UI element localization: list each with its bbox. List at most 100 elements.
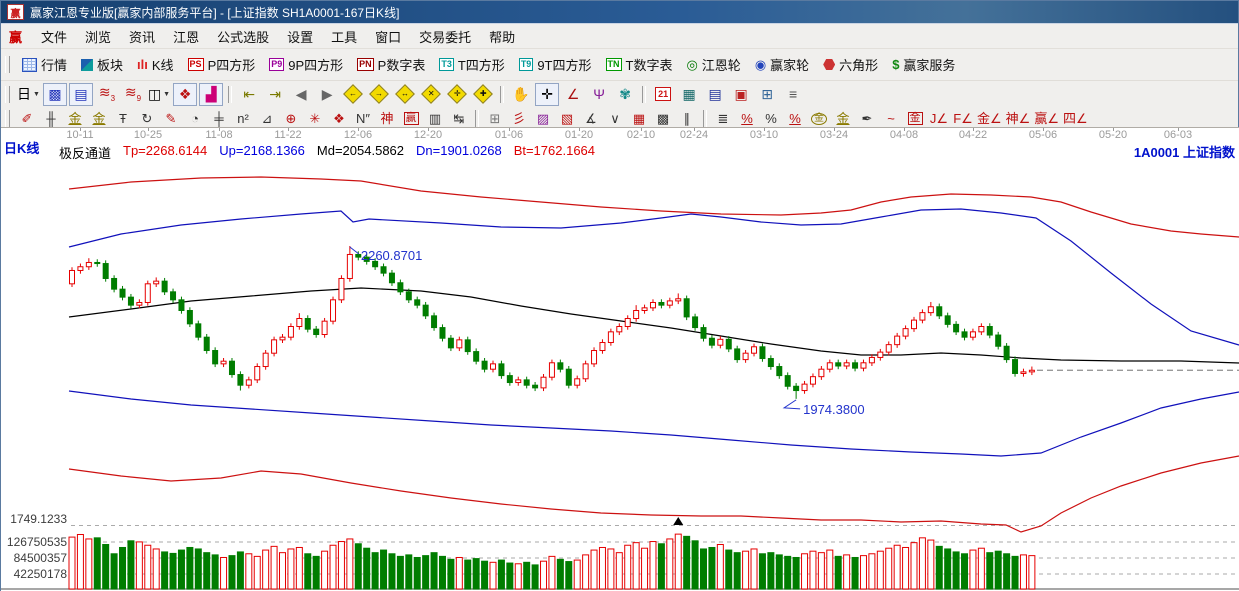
menu-item-help[interactable]: 帮助 [480, 25, 524, 48]
percent-base-button[interactable]: % [784, 108, 806, 129]
toolbar-hexagon-button[interactable]: 六角形 [816, 53, 885, 76]
flower-tool-button[interactable]: ✾ [613, 83, 637, 106]
pattern-list-button[interactable]: ▤ [69, 83, 93, 106]
wave-3-button[interactable]: ≋3 [95, 83, 119, 106]
j-angle-button[interactable]: J∠ [928, 108, 950, 129]
title-bar[interactable]: 赢 赢家江恩专业版[赢家内部服务平台] - [上证指数 SH1A0001-167… [1, 1, 1238, 24]
toolbar-gripper[interactable] [5, 56, 10, 73]
gann-shape-button[interactable]: ❖ [173, 83, 197, 106]
v-wave-button[interactable]: ∨ [604, 108, 626, 129]
toolbar-gripper[interactable] [5, 110, 10, 127]
menu-item-file[interactable]: 文件 [32, 25, 76, 48]
fan-box-purple-button[interactable]: ▨ [532, 108, 554, 129]
first-screen-button[interactable]: ⇤ [237, 83, 261, 106]
gold-ruler-a-button[interactable]: 金 [64, 108, 86, 129]
percent-button[interactable]: % [760, 108, 782, 129]
grid-dark-button[interactable]: ▩ [652, 108, 674, 129]
kline-period-button[interactable]: 日▼ [16, 83, 41, 106]
win-angle-button[interactable]: 赢∠ [1033, 108, 1060, 129]
win-tool-button[interactable]: 赢 [400, 108, 422, 129]
terminal-button[interactable]: ≡ [781, 83, 805, 106]
toolbar-kline-button[interactable]: ılıK线 [130, 53, 181, 76]
percent-top-button[interactable]: % [736, 108, 758, 129]
gold-ruler-b-button[interactable]: 金 [88, 108, 110, 129]
star-web-button[interactable]: ✳ [304, 108, 326, 129]
count-ruler-button[interactable]: ▥ [424, 108, 446, 129]
gold-angle-button[interactable]: 金∠ [976, 108, 1003, 129]
menu-item-formula-stock-pick[interactable]: 公式选股 [208, 25, 278, 48]
gold-level-button[interactable]: 金 [832, 108, 854, 129]
mirror-angle-button[interactable]: ⊿ [256, 108, 278, 129]
toolbar-p-square-button[interactable]: PSP四方形 [181, 53, 263, 76]
circle-cross-button[interactable]: ⊕ [280, 108, 302, 129]
n-wave-button[interactable]: N″ [352, 108, 374, 129]
toolbar-winner-wheel-button[interactable]: ◉赢家轮 [748, 53, 816, 76]
time-ruler-button[interactable]: ╫ [40, 108, 62, 129]
cycle-clock-button[interactable]: ◔ [184, 108, 206, 129]
next-screen-button[interactable]: ▶ [315, 83, 339, 106]
zoom-fit-button[interactable]: ✚ [471, 83, 495, 106]
menu-item-window[interactable]: 窗口 [366, 25, 410, 48]
four-angle-button[interactable]: 四∠ [1062, 108, 1089, 129]
fan-lines-button[interactable]: 彡 [508, 108, 530, 129]
menu-item-browse[interactable]: 浏览 [76, 25, 120, 48]
stretch-horizontal-button[interactable]: ↔ [393, 83, 417, 106]
gold-circle-button[interactable]: 金 [808, 108, 830, 129]
protractor-tool-button[interactable]: ∠ [561, 83, 585, 106]
toolbar-gripper[interactable] [5, 86, 10, 103]
gold-box-button[interactable]: 金 [904, 108, 926, 129]
volume-ladder-button[interactable]: ≣ [712, 108, 734, 129]
toolbar-p-number-table-button[interactable]: PNP数字表 [350, 53, 432, 76]
parallel-lines-button[interactable]: ∥ [676, 108, 698, 129]
zoom-in-button[interactable]: ✛ [445, 83, 469, 106]
span-arrows-button[interactable]: ↹ [448, 108, 470, 129]
toolbar-9t-square-button[interactable]: T99T四方形 [512, 53, 599, 76]
f-angle-button[interactable]: F∠ [952, 108, 974, 129]
toolbar-winner-service-button[interactable]: $赢家服务 [885, 53, 962, 76]
pen-measure-button[interactable]: ✎ [160, 108, 182, 129]
f-ruler-button[interactable]: Ŧ [112, 108, 134, 129]
toolbar-gann-wheel-button[interactable]: ◎江恩轮 [679, 53, 747, 76]
psi-tool-button[interactable]: Ψ [587, 83, 611, 106]
hand-tool-button[interactable]: ✋ [509, 83, 533, 106]
candle-style-button[interactable]: ◫▼ [147, 83, 171, 106]
n-square-button[interactable]: n² [232, 108, 254, 129]
spiral-tool-button[interactable]: ↻ [136, 108, 158, 129]
toolbar-9p-square-button[interactable]: P99P四方形 [262, 53, 350, 76]
fan-box-red-button[interactable]: ▧ [556, 108, 578, 129]
menu-item-trade-order[interactable]: 交易委托 [410, 25, 480, 48]
publish-button[interactable]: ⊞ [755, 83, 779, 106]
zoom-out-button[interactable]: ✕ [419, 83, 443, 106]
notepad-button[interactable]: ▤ [703, 83, 727, 106]
pen-gann-button[interactable]: ✐ [16, 108, 38, 129]
menu-item-gann[interactable]: 江恩 [164, 25, 208, 48]
shen-tool-button[interactable]: 神 [376, 108, 398, 129]
calendar-button[interactable]: 21 [651, 83, 675, 106]
price-ruler-button[interactable]: ╪ [208, 108, 230, 129]
menu-item-tools[interactable]: 工具 [322, 25, 366, 48]
wave-9-button[interactable]: ≋9 [121, 83, 145, 106]
last-screen-button[interactable]: ⇥ [263, 83, 287, 106]
profile-chart-button[interactable]: ▟ [199, 83, 223, 106]
prev-screen-button[interactable]: ◀ [289, 83, 313, 106]
shrink-left-button[interactable]: ← [341, 83, 365, 106]
grid-web-button[interactable]: ❖ [328, 108, 350, 129]
pattern-match-button[interactable]: ▩ [43, 83, 67, 106]
toolbar-t-number-table-button[interactable]: TNT数字表 [599, 53, 680, 76]
ink-pen-button[interactable]: ✒ [856, 108, 878, 129]
menu-item-settings[interactable]: 设置 [278, 25, 322, 48]
toolbar-t-square-button[interactable]: T3T四方形 [432, 53, 511, 76]
crosshair-tool-button[interactable]: ✛ [535, 83, 559, 106]
main-chart-canvas[interactable] [1, 142, 1239, 591]
calculator-button[interactable]: ▦ [677, 83, 701, 106]
angle-lines-button[interactable]: ∡ [580, 108, 602, 129]
shen-angle-button[interactable]: 神∠ [1005, 108, 1032, 129]
toolbar-sectors-button[interactable]: 板块 [74, 53, 130, 76]
shrink-right-button[interactable]: → [367, 83, 391, 106]
save-button[interactable]: ▣ [729, 83, 753, 106]
wave-fit-button[interactable]: ~ [880, 108, 902, 129]
rect-tool-button[interactable]: ⊞ [484, 108, 506, 129]
toolbar-quotes-button[interactable]: 行情 [15, 53, 74, 76]
grid-red-button[interactable]: ▦ [628, 108, 650, 129]
menu-item-info[interactable]: 资讯 [120, 25, 164, 48]
